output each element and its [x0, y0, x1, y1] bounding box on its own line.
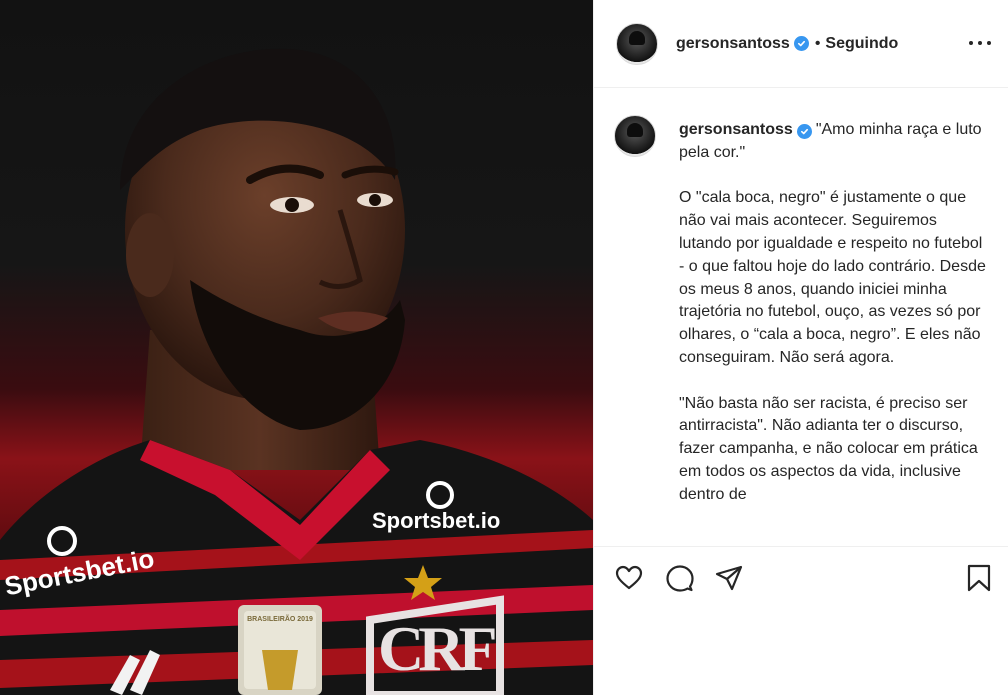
comments-section[interactable]: gersonsantoss "Amo minha raça e luto pela… — [594, 89, 1008, 546]
caption-paragraph: O "cala boca, negro" é justamente o que … — [679, 189, 986, 366]
paper-plane-icon[interactable] — [714, 563, 744, 593]
caption-paragraph: "Não basta não ser racista, é preciso se… — [679, 394, 978, 503]
avatar[interactable] — [616, 22, 658, 65]
action-bar — [594, 546, 1008, 606]
post-side-panel: gersonsantoss • Seguindo gersonsantoss "A… — [593, 0, 1008, 695]
separator-dot: • — [814, 34, 821, 52]
post-header: gersonsantoss • Seguindo — [594, 0, 1008, 88]
following-button[interactable]: Seguindo — [825, 35, 898, 53]
post-caption: gersonsantoss "Amo minha raça e luto pela… — [679, 119, 989, 507]
bookmark-icon[interactable] — [964, 563, 994, 593]
post-photo[interactable]: Sportsbet.io Sportsbet.io BRASILEIRÃO 20… — [0, 0, 593, 695]
caption-avatar[interactable] — [614, 115, 656, 157]
username-link[interactable]: gersonsantoss — [676, 35, 790, 53]
more-options-icon[interactable] — [969, 32, 991, 54]
verified-badge-icon — [796, 124, 812, 139]
crest-text: CRF — [378, 613, 498, 684]
badge-text: BRASILEIRÃO 2019 — [247, 616, 313, 623]
verified-badge-icon — [793, 36, 809, 51]
player-illustration — [0, 48, 593, 695]
sponsor-chest-text: Sportsbet.io — [372, 508, 501, 533]
caption-username[interactable]: gersonsantoss — [679, 121, 793, 138]
heart-icon[interactable] — [614, 563, 644, 593]
comment-icon[interactable] — [665, 563, 695, 593]
